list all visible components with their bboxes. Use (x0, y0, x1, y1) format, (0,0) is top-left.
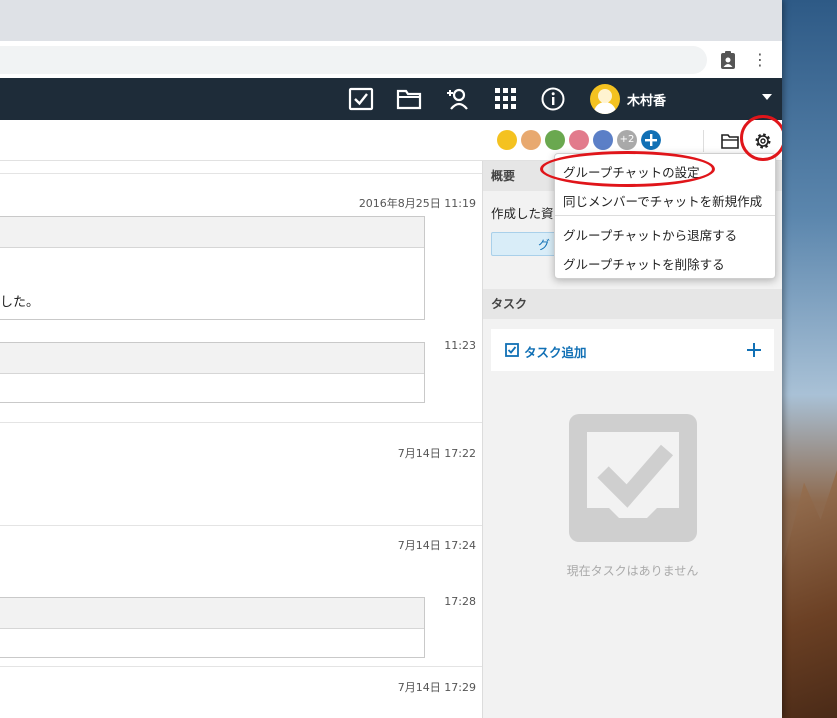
member-avatar[interactable] (521, 130, 541, 150)
message-timestamp: 7月14日 17:24 (397, 539, 476, 552)
folder-icon[interactable] (721, 133, 739, 149)
plus-icon[interactable] (641, 130, 661, 150)
more-members-badge[interactable]: +2 (617, 130, 637, 150)
member-avatar[interactable] (593, 130, 613, 150)
user-menu[interactable]: 木村香 (590, 84, 666, 114)
message-timestamp: 7月14日 17:22 (397, 447, 476, 460)
task-add-row[interactable]: タスク追加 (491, 329, 774, 371)
plus-icon[interactable] (746, 342, 762, 358)
message-card (0, 597, 425, 658)
card-header (0, 598, 424, 629)
chevron-down-icon[interactable] (762, 94, 772, 100)
empty-task-text: 現在タスクはありません (566, 564, 699, 578)
task-header: タスク (483, 289, 782, 319)
browser-window: ⋮ 木村香 +2 2016年8月25日 11:19 した。 11:23 7月14… (0, 0, 782, 718)
address-bar[interactable] (0, 46, 707, 74)
user-name: 木村香 (627, 93, 667, 109)
tab-strip (0, 0, 782, 41)
divider (0, 525, 482, 526)
empty-task-icon (569, 414, 697, 542)
folder-icon[interactable] (396, 87, 422, 111)
created-label: 作成した資 (491, 206, 554, 221)
task-check-icon[interactable] (348, 87, 374, 111)
divider (0, 666, 482, 667)
member-avatar[interactable] (497, 130, 517, 150)
member-avatar[interactable] (545, 130, 565, 150)
task-add-label[interactable]: タスク追加 (524, 342, 587, 361)
message-timestamp: 17:28 (444, 595, 476, 608)
highlight-ring (540, 151, 715, 187)
card-header (0, 217, 424, 248)
clipboard-person-icon[interactable] (720, 51, 736, 69)
checkbox-icon (505, 343, 519, 357)
message-card (0, 342, 425, 403)
message-timestamp: 2016年8月25日 11:19 (358, 197, 476, 210)
menu-item-new-chat-same-members[interactable]: 同じメンバーでチャットを新規作成 (563, 191, 762, 210)
message-timestamp: 7月14日 17:29 (397, 681, 476, 694)
browser-toolbar: ⋮ (0, 41, 782, 79)
app-header: 木村香 (0, 78, 782, 120)
member-avatar[interactable] (569, 130, 589, 150)
add-contact-icon[interactable] (445, 87, 471, 111)
divider (0, 422, 482, 423)
user-avatar (590, 84, 620, 114)
apps-grid-icon[interactable] (493, 87, 519, 111)
info-icon[interactable] (540, 87, 566, 111)
highlight-ring (740, 115, 782, 161)
message-card: した。 (0, 216, 425, 320)
message-text: した。 (0, 295, 40, 310)
card-header (0, 343, 424, 374)
message-list[interactable]: 2016年8月25日 11:19 した。 11:23 7月14日 17:22 7… (0, 161, 483, 718)
menu-item-delete-chat[interactable]: グループチャットを削除する (563, 254, 725, 273)
divider (703, 130, 704, 152)
browser-menu-icon[interactable]: ⋮ (752, 50, 768, 70)
divider (0, 173, 482, 174)
menu-item-leave-chat[interactable]: グループチャットから退席する (563, 225, 737, 244)
menu-divider (555, 215, 775, 216)
message-timestamp: 11:23 (444, 339, 476, 352)
